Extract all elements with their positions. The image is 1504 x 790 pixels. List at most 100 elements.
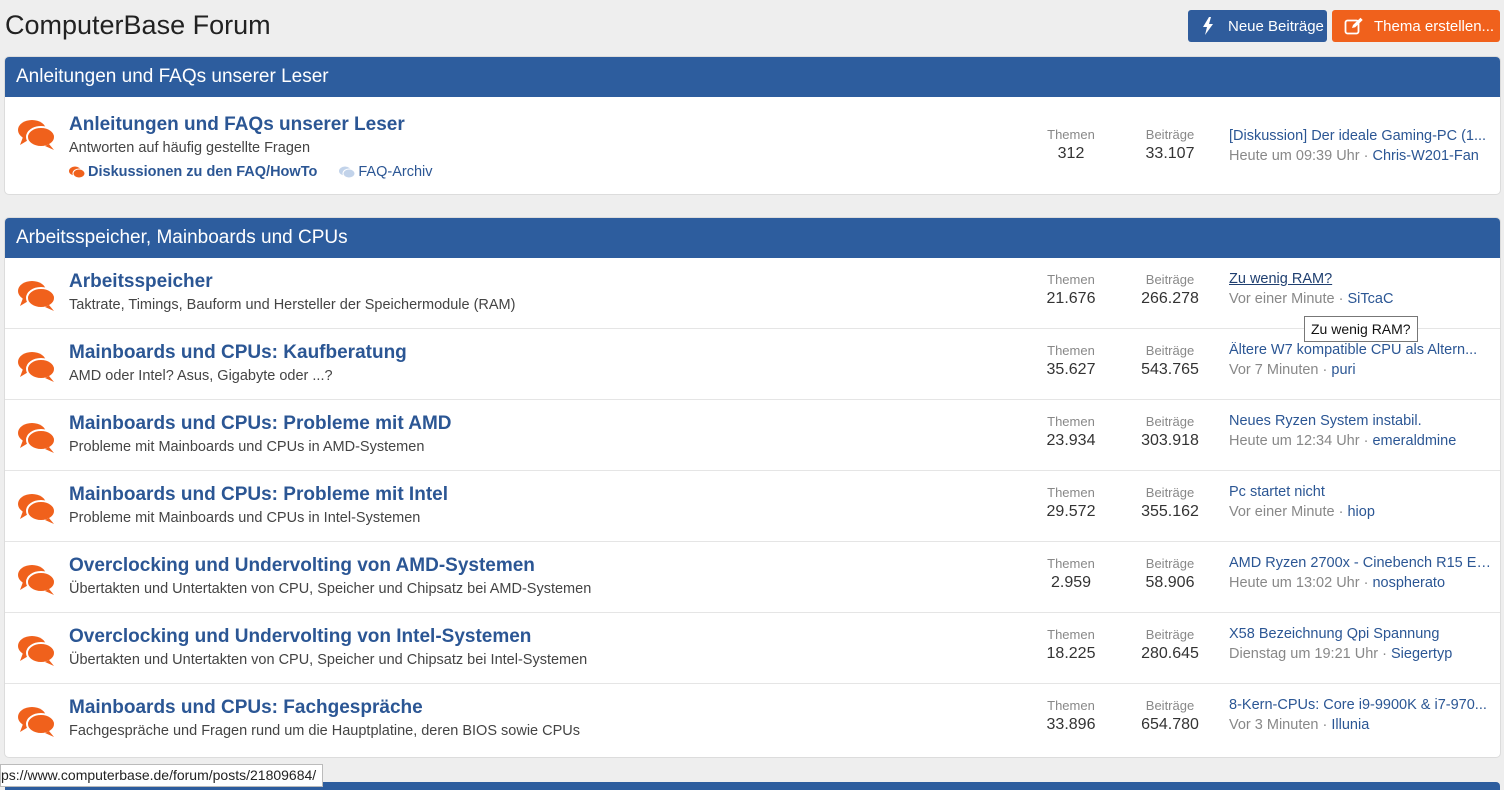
themen-stat: Themen 2.959 xyxy=(1021,556,1121,592)
last-post-time[interactable]: Vor einer Minute xyxy=(1229,504,1335,520)
last-post-meta: Heute um 13:02 Uhr · nospherato xyxy=(1229,575,1446,591)
themen-count: 33.896 xyxy=(1046,716,1096,733)
node-description: Antworten auf häufig gestellte Fragen xyxy=(69,140,311,156)
last-post-title[interactable]: [Diskussion] Der ideale Gaming-PC (1... xyxy=(1229,128,1491,144)
beitraege-count: 654.780 xyxy=(1141,716,1199,733)
chat-bubbles-icon xyxy=(18,281,56,311)
category-header[interactable]: Arbeitsspeicher, Mainboards und CPUs xyxy=(5,218,1500,258)
themen-count: 29.572 xyxy=(1046,503,1096,520)
beitraege-label: Beiträge xyxy=(1145,698,1195,713)
create-thread-label: Thema erstellen... xyxy=(1374,17,1495,35)
last-post-user[interactable]: emeraldmine xyxy=(1372,433,1456,449)
last-post-meta: Vor 3 Minuten · Illunia xyxy=(1229,717,1370,733)
beitraege-label: Beiträge xyxy=(1145,272,1195,287)
chat-bubbles-icon xyxy=(69,166,85,178)
subnode-faq-archive[interactable]: FAQ-Archiv xyxy=(339,164,433,180)
chat-bubbles-icon xyxy=(18,565,56,595)
last-post-time[interactable]: Vor 3 Minuten xyxy=(1229,717,1318,733)
node-description: Übertakten und Untertakten von CPU, Spei… xyxy=(69,581,592,597)
subnode-list: Diskussionen zu den FAQ/HowTo FAQ-Archiv xyxy=(69,164,451,182)
node-title[interactable]: Mainboards und CPUs: Kaufberatung xyxy=(69,342,407,364)
chat-bubbles-icon xyxy=(18,423,56,453)
last-post-time[interactable]: Vor einer Minute xyxy=(1229,291,1335,307)
last-post-user[interactable]: Chris-W201-Fan xyxy=(1372,148,1478,164)
last-post-title[interactable]: Pc startet nicht xyxy=(1229,484,1491,500)
node-list: Arbeitsspeicher Taktrate, Timings, Baufor… xyxy=(5,258,1500,755)
beitraege-stat: Beiträge 654.780 xyxy=(1120,698,1220,734)
last-post-user[interactable]: SiTcaC xyxy=(1347,291,1393,307)
chat-bubbles-icon xyxy=(18,120,56,150)
last-post-title[interactable]: Neues Ryzen System instabil. xyxy=(1229,413,1491,429)
node-title[interactable]: Overclocking und Undervolting von Intel-… xyxy=(69,626,531,648)
beitraege-count: 280.645 xyxy=(1141,645,1199,662)
forum-node: Mainboards und CPUs: Probleme mit Intel P… xyxy=(5,471,1500,542)
last-post-meta: Vor einer Minute · hiop xyxy=(1229,504,1375,520)
new-posts-label: Neue Beiträge xyxy=(1228,17,1324,35)
themen-stat: Themen 33.896 xyxy=(1021,698,1121,734)
category-block-faq: Anleitungen und FAQs unserer Leser Anlei… xyxy=(5,57,1500,194)
beitraege-label: Beiträge xyxy=(1145,343,1195,358)
chat-bubbles-icon xyxy=(18,707,56,737)
subnode-label: FAQ-Archiv xyxy=(358,164,433,180)
themen-label: Themen xyxy=(1047,627,1095,642)
last-post-meta: Vor einer Minute · SiTcaC xyxy=(1229,291,1394,307)
last-post: X58 Bezeichnung Qpi Spannung Dienstag um … xyxy=(1229,626,1491,662)
last-post-time[interactable]: Heute um 13:02 Uhr xyxy=(1229,575,1360,591)
create-thread-button[interactable]: Thema erstellen... xyxy=(1332,10,1500,42)
edit-icon xyxy=(1344,17,1364,35)
forum-node: Overclocking und Undervolting von AMD-Sy… xyxy=(5,542,1500,613)
themen-stat: Themen 23.934 xyxy=(1021,414,1121,450)
themen-stat: Themen 312 xyxy=(1021,127,1121,163)
last-post-title[interactable]: X58 Bezeichnung Qpi Spannung xyxy=(1229,626,1491,642)
themen-stat: Themen 29.572 xyxy=(1021,485,1121,521)
themen-label: Themen xyxy=(1047,343,1095,358)
last-post-user[interactable]: nospherato xyxy=(1372,575,1445,591)
beitraege-stat: Beiträge 303.918 xyxy=(1120,414,1220,450)
last-post-title[interactable]: Ältere W7 kompatible CPU als Altern... xyxy=(1229,342,1491,358)
last-post-time[interactable]: Vor 7 Minuten xyxy=(1229,362,1318,378)
last-post-title[interactable]: 8-Kern-CPUs: Core i9-9900K & i7-970... xyxy=(1229,697,1491,713)
subnode-faq-discussions[interactable]: Diskussionen zu den FAQ/HowTo xyxy=(69,164,317,180)
beitraege-label: Beiträge xyxy=(1145,485,1195,500)
link-tooltip: Zu wenig RAM? xyxy=(1304,316,1418,342)
last-post-user[interactable]: hiop xyxy=(1347,504,1374,520)
forum-node: Overclocking und Undervolting von Intel-… xyxy=(5,613,1500,684)
beitraege-stat: Beiträge 33.107 xyxy=(1120,127,1220,163)
beitraege-label: Beiträge xyxy=(1145,127,1195,142)
last-post-time[interactable]: Heute um 12:34 Uhr xyxy=(1229,433,1360,449)
new-posts-button[interactable]: Neue Beiträge xyxy=(1188,10,1327,42)
last-post-user[interactable]: Siegertyp xyxy=(1391,646,1452,662)
forum-node: Anleitungen und FAQs unserer Leser Antwo… xyxy=(5,97,1500,194)
last-post-title[interactable]: AMD Ryzen 2700x - Cinebench R15 Er... xyxy=(1229,555,1491,571)
last-post-title[interactable]: Zu wenig RAM? xyxy=(1229,271,1491,287)
last-post-meta: Vor 7 Minuten · puri xyxy=(1229,362,1356,378)
themen-label: Themen xyxy=(1047,556,1095,571)
node-title[interactable]: Anleitungen und FAQs unserer Leser xyxy=(69,114,405,136)
beitraege-count: 355.162 xyxy=(1141,503,1199,520)
browser-status-url: ps://www.computerbase.de/forum/posts/218… xyxy=(0,764,324,787)
node-title[interactable]: Mainboards und CPUs: Fachgespräche xyxy=(69,697,423,719)
themen-stat: Themen 35.627 xyxy=(1021,343,1121,379)
themen-count: 18.225 xyxy=(1046,645,1096,662)
bolt-icon xyxy=(1198,17,1218,35)
beitraege-count: 266.278 xyxy=(1141,290,1199,307)
beitraege-stat: Beiträge 280.645 xyxy=(1120,627,1220,663)
themen-label: Themen xyxy=(1047,485,1095,500)
last-post-time[interactable]: Heute um 09:39 Uhr xyxy=(1229,148,1360,164)
last-post: Ältere W7 kompatible CPU als Altern... Vo… xyxy=(1229,342,1491,378)
chat-bubbles-faded-icon xyxy=(339,166,356,178)
last-post-user[interactable]: Illunia xyxy=(1331,717,1369,733)
themen-count: 312 xyxy=(1057,145,1085,162)
beitraege-stat: Beiträge 58.906 xyxy=(1120,556,1220,592)
node-title[interactable]: Mainboards und CPUs: Probleme mit AMD xyxy=(69,413,452,435)
node-title[interactable]: Mainboards und CPUs: Probleme mit Intel xyxy=(69,484,448,506)
node-title[interactable]: Arbeitsspeicher xyxy=(69,271,213,293)
beitraege-stat: Beiträge 266.278 xyxy=(1120,272,1220,308)
chat-bubbles-icon xyxy=(18,494,56,524)
category-header[interactable]: Anleitungen und FAQs unserer Leser xyxy=(5,57,1500,97)
last-post-time[interactable]: Dienstag um 19:21 Uhr xyxy=(1229,646,1378,662)
node-title[interactable]: Overclocking und Undervolting von AMD-Sy… xyxy=(69,555,535,577)
node-description: Probleme mit Mainboards und CPUs in Inte… xyxy=(69,510,421,526)
last-post-user[interactable]: puri xyxy=(1331,362,1355,378)
node-description: Übertakten und Untertakten von CPU, Spei… xyxy=(69,652,588,668)
